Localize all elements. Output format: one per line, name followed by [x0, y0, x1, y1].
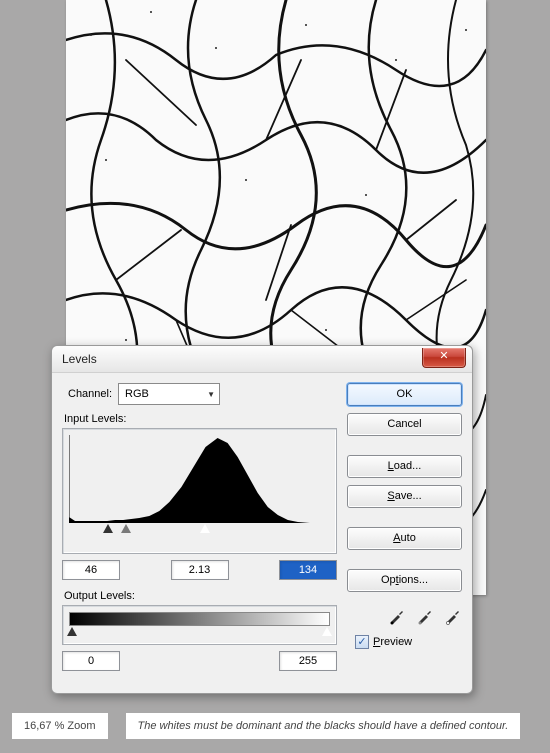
channel-value: RGB: [125, 388, 149, 400]
zoom-indicator: 16,67 % Zoom: [12, 713, 108, 739]
output-levels-label: Output Levels:: [64, 590, 337, 602]
ok-button[interactable]: OK: [347, 383, 462, 406]
auto-button[interactable]: Auto: [347, 527, 462, 550]
input-black-field[interactable]: 46: [62, 560, 120, 580]
black-point-slider[interactable]: [103, 524, 113, 533]
check-icon: ✓: [357, 637, 366, 647]
output-black-slider[interactable]: [67, 627, 77, 636]
midtone-slider[interactable]: [121, 524, 131, 533]
eyedropper-gray-icon[interactable]: [416, 607, 434, 625]
histogram: [62, 428, 337, 554]
output-slider-track[interactable]: [69, 626, 330, 640]
close-icon: ✕: [439, 350, 448, 362]
channel-dropdown[interactable]: RGB ▼: [118, 383, 220, 405]
chevron-down-icon: ▼: [207, 390, 215, 399]
output-white-slider[interactable]: [322, 627, 332, 636]
output-gradient: [69, 612, 330, 626]
options-button[interactable]: Options...: [347, 569, 462, 592]
titlebar[interactable]: Levels ✕: [52, 346, 472, 373]
close-button[interactable]: ✕: [422, 348, 466, 368]
save-button[interactable]: Save...: [347, 485, 462, 508]
channel-label: Channel:: [68, 388, 112, 400]
load-button[interactable]: Load...: [347, 455, 462, 478]
cancel-button[interactable]: Cancel: [347, 413, 462, 436]
dialog-title: Levels: [62, 352, 97, 366]
white-point-slider[interactable]: [200, 524, 210, 533]
eyedropper-group: [347, 607, 462, 625]
eyedropper-white-icon[interactable]: [444, 607, 462, 625]
input-white-field[interactable]: 134: [279, 560, 337, 580]
output-white-field[interactable]: 255: [279, 651, 337, 671]
input-levels-label: Input Levels:: [64, 413, 337, 425]
output-levels-box: [62, 605, 337, 645]
input-gamma-field[interactable]: 2.13: [171, 560, 229, 580]
preview-label: Preview: [373, 636, 412, 648]
preview-checkbox[interactable]: ✓: [355, 635, 369, 649]
histogram-chart: [69, 435, 330, 523]
eyedropper-black-icon[interactable]: [388, 607, 406, 625]
input-slider-track[interactable]: [69, 523, 330, 537]
levels-dialog: Levels ✕ Channel: RGB ▼ Input Levels:: [51, 345, 473, 694]
footer-note: The whites must be dominant and the blac…: [126, 713, 521, 739]
output-black-field[interactable]: 0: [62, 651, 120, 671]
